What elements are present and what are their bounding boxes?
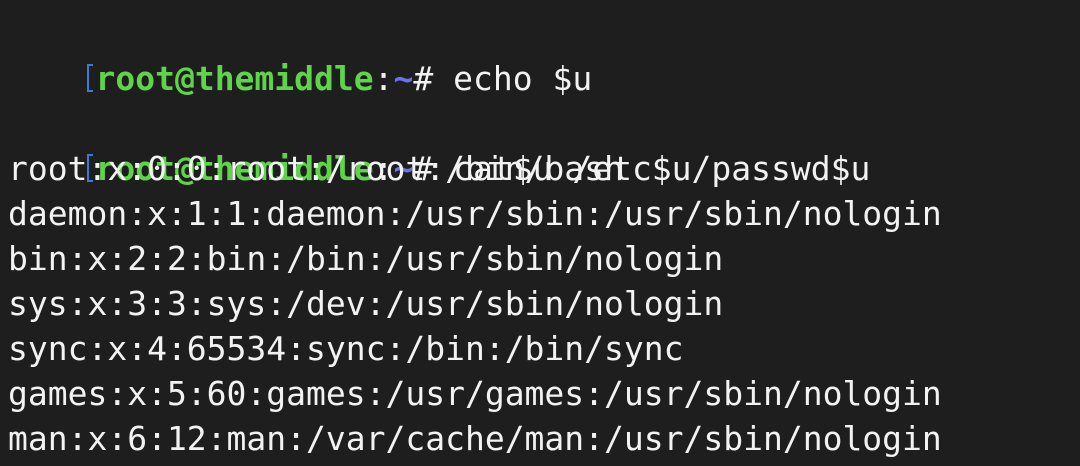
output-line: games:x:5:60:games:/usr/games:/usr/sbin/…	[8, 374, 942, 413]
prompt-marker-icon	[87, 64, 94, 92]
output-line: sync:x:4:65534:sync:/bin:/bin/sync	[8, 329, 684, 368]
command-text: echo $u	[433, 59, 593, 98]
output-line: bin:x:2:2:bin:/bin:/usr/sbin/nologin	[8, 239, 724, 278]
prompt-symbol: #	[413, 59, 434, 98]
prompt-line-2: root@themiddle:~# cat$u /etc$u/passwd$u	[8, 101, 1080, 188]
prompt-line-1: root@themiddle:~# echo $u	[8, 11, 1080, 98]
terminal-window[interactable]: root@themiddle:~# echo $u root@themiddle…	[0, 0, 1080, 466]
output-line: sys:x:3:3:sys:/dev:/usr/sbin/nologin	[8, 284, 724, 323]
prompt-separator: :	[373, 59, 394, 98]
output-line: man:x:6:12:man:/var/cache/man:/usr/sbin/…	[8, 419, 942, 458]
prompt-path: ~	[393, 59, 414, 98]
output-line: root:x:0:0:root:/root:/bin/bash	[8, 149, 624, 188]
output-line: daemon:x:1:1:daemon:/usr/sbin:/usr/sbin/…	[8, 194, 942, 233]
prompt-user-host: root@themiddle	[95, 59, 374, 98]
